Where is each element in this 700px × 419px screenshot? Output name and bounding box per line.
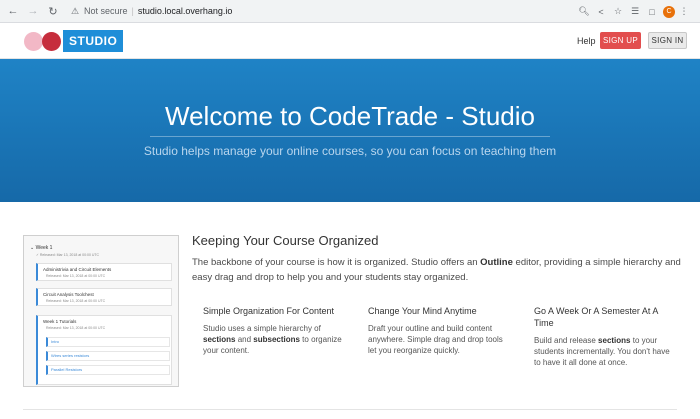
feature-text: Build and release sections to your stude… (534, 336, 670, 367)
hero-subtitle: Studio helps manage your online courses,… (143, 144, 557, 158)
share-icon[interactable]: < (593, 4, 609, 19)
url-separator: | (131, 6, 134, 16)
section-description: The backbone of your course is how it is… (192, 257, 681, 283)
browser-toolbar: ← → ↻ ⚠ Not secure | studio.local.overha… (0, 0, 700, 23)
feature-text: Draft your outline and build content any… (368, 324, 503, 355)
sign-in-button[interactable]: SIGN IN (648, 32, 687, 49)
reload-icon[interactable]: ↻ (45, 3, 61, 19)
studio-logo[interactable]: STUDIO (24, 30, 124, 52)
section-title: Keeping Your Course Organized (192, 233, 379, 248)
hero-title: Welcome to CodeTrade - Studio (165, 101, 535, 131)
zoom-icon[interactable]: 🔍︎ (576, 4, 592, 19)
section-divider (23, 409, 677, 410)
preview-card: Circuit Analysis Toolchest Released: Mar… (36, 288, 172, 306)
feature-title: Go A Week Or A Semester At A Time (534, 306, 658, 328)
not-secure-label: Not secure (84, 6, 128, 16)
preview-sub-item: Parallel Resistors (46, 365, 170, 375)
sign-up-button[interactable]: SIGN UP (600, 32, 641, 49)
hero-banner: Welcome to CodeTrade - Studio Studio hel… (0, 59, 700, 202)
preview-card-title: Circuit Analysis Toolchest (43, 292, 94, 297)
feature-change-mind: Change Your Mind Anytime Draft your outl… (368, 305, 508, 356)
feature-title: Change Your Mind Anytime (368, 306, 477, 316)
warning-icon[interactable]: ⚠ (69, 5, 81, 17)
help-link[interactable]: Help (577, 36, 596, 46)
preview-card: Administrivia and Circuit Elements Relea… (36, 263, 172, 281)
address-bar[interactable]: ⚠ Not secure | studio.local.overhang.io (69, 2, 609, 20)
logo-pink-circle (24, 31, 43, 51)
logo-red-circle (42, 31, 61, 51)
preview-card-title: Week 1 Tutorials (43, 319, 77, 324)
preview-week-title: ⌄ Week 1 (30, 245, 53, 251)
feature-text: Studio uses a simple hierarchy of sectio… (203, 324, 342, 355)
preview-card-title: Administrivia and Circuit Elements (43, 267, 112, 272)
side-panel-icon[interactable]: □ (644, 4, 660, 19)
forward-arrow-icon[interactable]: → (25, 3, 41, 19)
reading-list-icon[interactable]: ☰ (627, 4, 643, 19)
preview-card-sub: Released: Mar 13, 2018 at 00:00 UTC (46, 299, 106, 303)
browser-actions: 🔍︎ < ☆ ☰ □ C ⋮ (575, 4, 692, 19)
menu-kebab-icon[interactable]: ⋮ (676, 4, 692, 19)
site-header: STUDIO Help SIGN UP SIGN IN (0, 23, 700, 59)
preview-sub-item: Wires series resistors (46, 351, 170, 361)
feature-title: Simple Organization For Content (203, 306, 335, 316)
feature-week-or-semester: Go A Week Or A Semester At A Time Build … (534, 305, 674, 368)
preview-card-sub: Released: Mar 13, 2018 at 00:00 UTC (46, 326, 106, 330)
preview-sub-item: Intro (46, 337, 170, 347)
url-text: studio.local.overhang.io (137, 6, 233, 16)
feature-simple-organization: Simple Organization For Content Studio u… (203, 305, 343, 356)
logo-text: STUDIO (63, 30, 124, 52)
back-arrow-icon[interactable]: ← (5, 3, 21, 19)
preview-released-text: ✓ Released: Mar 13, 2018 at 00:00 UTC (36, 253, 100, 257)
bookmark-star-icon[interactable]: ☆ (610, 4, 626, 19)
profile-avatar[interactable]: C (663, 5, 675, 18)
preview-card-sub: Released: Mar 13, 2018 at 00:00 UTC (46, 274, 106, 278)
hero-divider (150, 136, 550, 137)
outline-preview-image: ⌄ Week 1 ✓ Released: Mar 13, 2018 at 00:… (23, 235, 179, 387)
